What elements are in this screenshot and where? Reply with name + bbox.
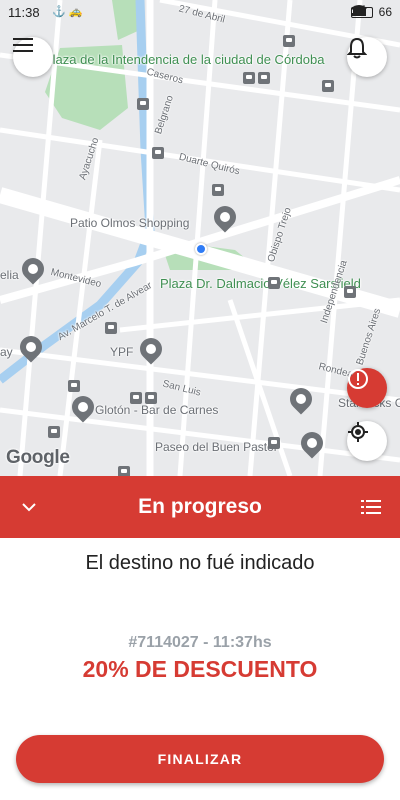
map-label-bar-left-2: ay: [0, 345, 13, 359]
chevron-down-icon: [22, 502, 36, 511]
bus-stop-icon: [212, 184, 224, 196]
map-label-gloton: Glotón - Bar de Carnes: [95, 403, 219, 417]
user-location-icon: [195, 243, 207, 255]
bus-stop-icon: [137, 98, 149, 110]
notifications-button[interactable]: [347, 37, 387, 77]
bus-stop-icon: [105, 322, 117, 334]
battery-icon: [350, 6, 373, 18]
bus-stop-icon: [243, 72, 255, 84]
map-view[interactable]: Plaza de la Intendencia de la ciudad de …: [0, 0, 400, 476]
bell-icon: [347, 37, 367, 59]
bus-stop-icon: [283, 35, 295, 47]
alert-button[interactable]: [347, 368, 387, 408]
bus-stop-icon: [68, 380, 80, 392]
battery-level: 66: [378, 5, 392, 19]
map-label-paseo: Paseo del Buen Pastor: [155, 440, 278, 454]
bus-stop-icon: [152, 147, 164, 159]
map-label-plaza-intendencia: Plaza de la Intendencia de la ciudad de …: [44, 52, 325, 67]
menu-button[interactable]: [13, 37, 53, 77]
status-bar: 11:38 ⚓ 🚕 66: [0, 0, 400, 24]
map-label-ypf: YPF: [110, 345, 134, 359]
bus-stop-icon: [118, 466, 130, 476]
bus-stop-icon: [48, 426, 60, 438]
trip-status-bar: En progreso: [0, 476, 400, 538]
bus-stop-icon: [145, 392, 157, 404]
alert-icon: [348, 369, 368, 389]
bus-stop-icon: [322, 80, 334, 92]
bus-stop-icon: [268, 437, 280, 449]
destination-text: El destino no fué indicado: [85, 552, 315, 574]
bus-stop-icon: [268, 277, 280, 289]
discount-text: 20% DE DESCUENTO: [82, 656, 318, 682]
trip-list-button[interactable]: [356, 492, 386, 522]
trip-status-title: En progreso: [138, 495, 262, 518]
map-label-bar-left: elia: [0, 268, 19, 282]
bus-stop-icon: [258, 72, 270, 84]
status-right: 66: [350, 5, 392, 19]
map-label-patio-olmos: Patio Olmos Shopping: [70, 216, 190, 230]
status-time: 11:38: [8, 5, 40, 20]
notification-icons: ⚓ 🚕: [52, 6, 83, 18]
my-location-button[interactable]: [347, 421, 387, 461]
bus-stop-icon: [130, 392, 142, 404]
hamburger-icon: [13, 38, 33, 52]
crosshair-icon: [348, 422, 368, 442]
finish-button[interactable]: FINALIZAR: [16, 735, 384, 783]
collapse-button[interactable]: [14, 492, 44, 522]
list-icon: [361, 500, 381, 514]
map-label-plaza-velez: Plaza Dr. Dalmacio Vélez Sarsfield: [160, 276, 361, 291]
google-attribution: Google: [6, 447, 70, 468]
bus-stop-icon: [344, 286, 356, 298]
order-info: #7114027 - 11:37hs: [128, 634, 272, 651]
